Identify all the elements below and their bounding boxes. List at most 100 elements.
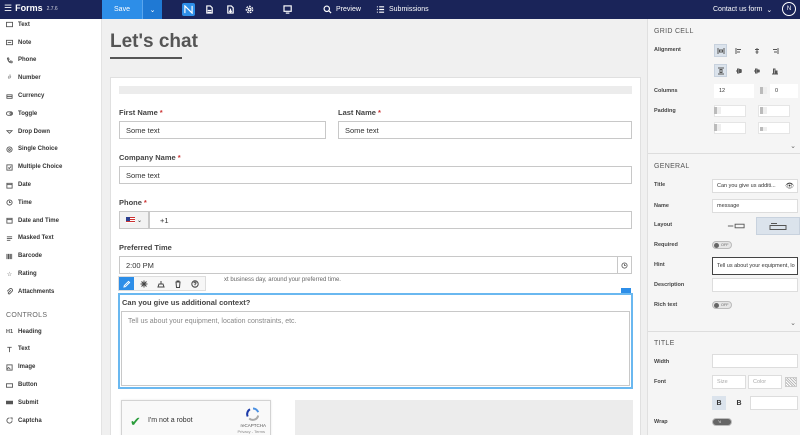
toolbox-item-masked-text[interactable]: Masked Text (0, 230, 101, 248)
user-avatar[interactable]: N (782, 2, 796, 16)
toolbox-item-text[interactable]: Text (0, 19, 101, 34)
delete-trash-icon[interactable] (170, 277, 185, 290)
settings-gear-icon[interactable] (243, 3, 256, 16)
section-divider (648, 153, 800, 154)
align-left-icon[interactable] (732, 44, 745, 57)
preview-button[interactable]: Preview (323, 0, 361, 19)
checkbox-icon (6, 164, 13, 171)
context-textarea[interactable]: Tell us about your equipment, location c… (121, 311, 630, 386)
toolbox-item-attachments[interactable]: Attachments (0, 283, 101, 301)
form-title[interactable]: Let's chat (110, 31, 198, 53)
valign-stretch-icon[interactable] (714, 64, 727, 77)
first-name-label: First Name * (119, 108, 163, 117)
designer-view-icon[interactable] (182, 3, 195, 16)
toggle-icon (6, 110, 13, 117)
recaptcha-widget[interactable]: ✔ I'm not a robot reCAPTCHA Privacy - Te… (121, 400, 271, 435)
description-input[interactable] (712, 278, 798, 292)
toolbox-item-heading[interactable]: H1 Heading (0, 323, 101, 341)
recaptcha-logo-icon (246, 407, 260, 421)
hint-input[interactable]: Tell us about your equipment, lo (712, 257, 798, 275)
toolbox-item-multiple-choice[interactable]: Multiple Choice (0, 158, 101, 176)
toolbox-item-note[interactable]: Note (0, 34, 101, 52)
toolbox-item-time[interactable]: Time (0, 194, 101, 212)
help-question-icon[interactable] (187, 277, 202, 290)
edit-pencil-icon[interactable] (119, 277, 134, 290)
device-preview-dropdown[interactable] (278, 3, 298, 16)
bold-button[interactable]: B (712, 396, 726, 410)
layout-inline-option[interactable] (722, 217, 750, 235)
title-section-heading: TITLE (654, 340, 675, 347)
valign-bottom-icon[interactable] (768, 64, 781, 77)
eye-icon[interactable]: 👁 (785, 182, 794, 190)
collapse-chevron-icon[interactable]: ⌄ (790, 142, 796, 150)
toolbox-item-text-control[interactable]: Text (0, 341, 101, 359)
file-export-icon[interactable] (224, 3, 237, 16)
form-name-dropdown[interactable]: Contact us form ⌄ (713, 0, 772, 19)
align-right-icon[interactable] (768, 44, 781, 57)
text-icon (6, 346, 13, 353)
form-file-icon[interactable] (203, 3, 216, 16)
valign-top-icon[interactable] (732, 64, 745, 77)
toolbox-item-date[interactable]: Date (0, 176, 101, 194)
recaptcha-links[interactable]: Privacy - Terms (238, 429, 265, 434)
collapse-chevron-icon[interactable]: ⌄ (790, 319, 796, 327)
form-grid: First Name * Some text Last Name * Some te… (110, 77, 641, 435)
toolbox-item-image[interactable]: Image (0, 358, 101, 376)
company-name-input[interactable]: Some text (119, 166, 632, 184)
rich-text-toggle[interactable]: OFF (712, 301, 732, 309)
color-swatch[interactable] (785, 377, 797, 387)
list-icon (376, 6, 385, 13)
sparkle-icon[interactable] (136, 277, 151, 290)
wrap-label: Wrap (654, 419, 668, 425)
valign-middle-icon[interactable] (750, 64, 763, 77)
toolbox-item-currency[interactable]: Currency (0, 87, 101, 105)
bold-alt-button[interactable]: B (732, 396, 746, 410)
country-code-dropdown[interactable]: ⌄ (119, 211, 149, 229)
save-dropdown-button[interactable]: ⌄ (142, 0, 162, 19)
toolbox-item-button[interactable]: Button (0, 376, 101, 394)
toolbox-item-date-and-time[interactable]: Date and Time (0, 212, 101, 230)
toolbox-item-submit[interactable]: Submit (0, 394, 101, 412)
phone-label: Phone * (119, 198, 147, 207)
columns-input[interactable]: 12 (714, 84, 754, 98)
width-input[interactable] (712, 354, 798, 368)
save-button[interactable]: Save (102, 0, 142, 19)
font-style-input[interactable] (750, 396, 798, 410)
preferred-time-input[interactable]: 2:00 PM (119, 256, 632, 274)
time-picker-button[interactable] (617, 257, 631, 273)
last-name-input[interactable]: Some text (338, 121, 632, 139)
title-input[interactable]: Can you give us additi... 👁 (712, 179, 798, 193)
empty-grid-cell[interactable] (295, 400, 633, 435)
phone-input[interactable]: +1 (149, 211, 632, 229)
offset-input[interactable]: 0 (770, 84, 798, 98)
font-color-input[interactable]: Color (748, 375, 782, 389)
layout-stacked-option[interactable] (756, 217, 800, 235)
toolbox-item-drop-down[interactable]: Drop Down (0, 123, 101, 141)
general-heading: GENERAL (654, 163, 690, 170)
offset-icon (760, 87, 767, 94)
toolbox-item-toggle[interactable]: Toggle (0, 105, 101, 123)
toolbox-item-captcha[interactable]: Captcha (0, 412, 101, 430)
toolbox-item-single-choice[interactable]: Single Choice (0, 141, 101, 159)
calendar-clock-icon (6, 217, 13, 224)
submissions-button[interactable]: Submissions (376, 0, 429, 19)
menu-lines-icon[interactable]: ☰ (4, 3, 12, 13)
paperclip-icon (6, 288, 13, 295)
clock-icon (621, 261, 628, 269)
name-input[interactable]: message (712, 199, 798, 213)
toolbox-item-number[interactable]: # Number (0, 69, 101, 87)
text-box-icon (6, 21, 13, 28)
preview-label: Preview (336, 6, 361, 13)
toolbox-item-barcode[interactable]: Barcode (0, 247, 101, 265)
align-center-icon[interactable] (750, 44, 763, 57)
toolbox-item-phone[interactable]: Phone (0, 52, 101, 70)
first-name-input[interactable]: Some text (119, 121, 326, 139)
selected-textarea-element[interactable]: Can you give us additional context? Tell… (118, 288, 633, 389)
wrap-toggle[interactable]: ON (712, 418, 732, 426)
clean-brush-icon[interactable] (153, 277, 168, 290)
align-stretch-icon[interactable] (714, 44, 727, 57)
required-toggle[interactable]: OFF (712, 241, 732, 249)
font-size-input[interactable]: Size (712, 375, 746, 389)
toolbox-item-rating[interactable]: ☆ Rating (0, 265, 101, 283)
resize-handle[interactable] (621, 288, 631, 293)
